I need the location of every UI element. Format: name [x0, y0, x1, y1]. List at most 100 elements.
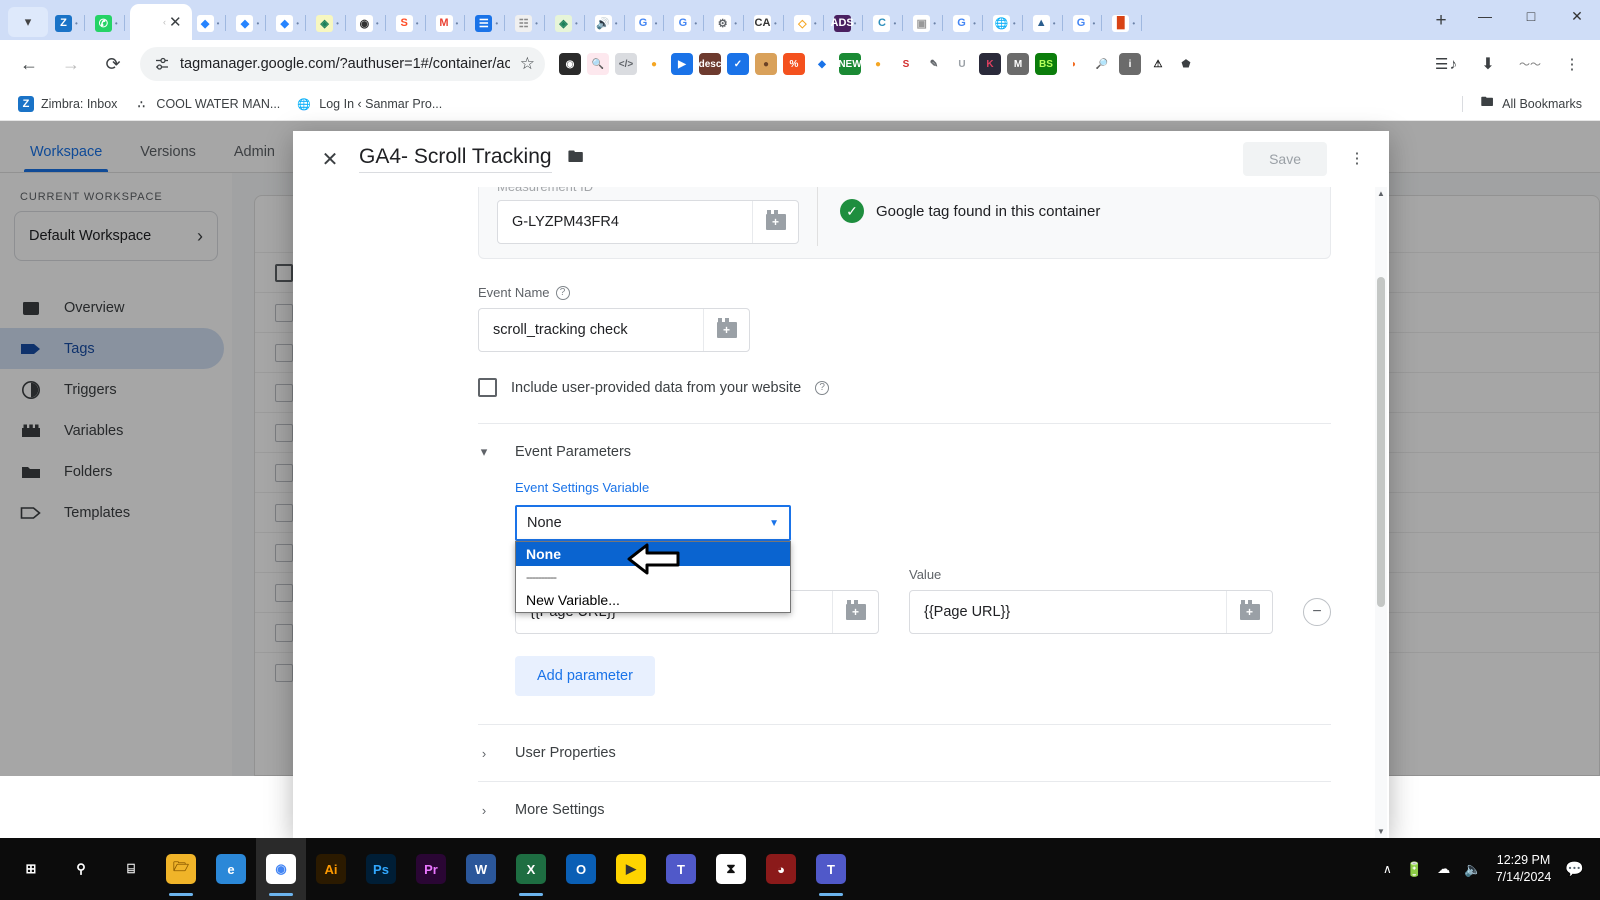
jira-tab-2[interactable]: ◆ •: [231, 6, 271, 40]
minimize-button[interactable]: —: [1462, 0, 1508, 32]
bookmark-cool-water[interactable]: ∴ COOL WATER MAN...: [125, 92, 288, 116]
scrollbar-down-arrow[interactable]: ▼: [1377, 827, 1385, 836]
bookmark-sanmar[interactable]: 🌐 Log In ‹ Sanmar Pro...: [288, 92, 450, 116]
volume-icon[interactable]: 🔈: [1464, 861, 1481, 878]
acrobat-button[interactable]: ◕: [756, 838, 806, 900]
section-more-settings[interactable]: › More Settings: [478, 782, 1331, 838]
google-tab-1[interactable]: G •: [630, 6, 670, 40]
hourglass-button[interactable]: ⧗: [706, 838, 756, 900]
download-icon[interactable]: ⬇: [1471, 47, 1505, 81]
puzzle-ext[interactable]: ⬟: [1175, 53, 1197, 75]
premiere-button[interactable]: Pr: [406, 838, 456, 900]
tune-icon[interactable]: [154, 56, 170, 72]
bookmark-star-icon[interactable]: ☆: [520, 54, 535, 74]
magnify-ext[interactable]: 🔎: [1091, 53, 1113, 75]
kebab-menu-icon[interactable]: ⋮: [1555, 47, 1589, 81]
forward-button[interactable]: →: [54, 47, 88, 81]
edge-button[interactable]: e: [206, 838, 256, 900]
brick-plus-icon[interactable]: +: [1226, 591, 1272, 633]
file-explorer-button[interactable]: 🗁: [156, 838, 206, 900]
dropdown-option-new-variable[interactable]: New Variable...: [516, 588, 790, 612]
zoho-tab[interactable]: Z •: [50, 6, 90, 40]
chevron-right-icon[interactable]: ›: [478, 746, 490, 761]
battery-icon[interactable]: 🔋: [1406, 861, 1423, 878]
param-value-value[interactable]: {{Page URL}}: [910, 591, 1226, 633]
new-tab-button[interactable]: +: [1426, 6, 1456, 36]
cookie-ext[interactable]: ●: [755, 53, 777, 75]
google-tab-4[interactable]: G •: [1068, 6, 1108, 40]
clock[interactable]: 12:29 PM 7/14/2024: [1496, 852, 1552, 886]
kebab-menu-icon[interactable]: ⋮: [1343, 151, 1371, 166]
measurement-id-input[interactable]: G-LYZPM43FR4 +: [497, 199, 799, 244]
reload-button[interactable]: ⟳: [96, 47, 130, 81]
jira-tab-1[interactable]: ◆ •: [192, 6, 232, 40]
wifi-icon[interactable]: ☁: [1437, 861, 1450, 877]
back-button[interactable]: ←: [12, 47, 46, 81]
profile-icon[interactable]: 〜〜: [1513, 47, 1547, 81]
cart-tab[interactable]: ☷ •: [510, 6, 550, 40]
colorful-tab[interactable]: █ •: [1107, 6, 1147, 40]
word-button[interactable]: W: [456, 838, 506, 900]
info-ext[interactable]: i: [1119, 53, 1141, 75]
percent-ext[interactable]: %: [783, 53, 805, 75]
tab-search-dropdown-button[interactable]: ▾: [8, 7, 48, 37]
add-parameter-button[interactable]: Add parameter: [515, 656, 655, 696]
modal-scrollbar[interactable]: ▲ ▼: [1375, 187, 1387, 838]
codepen-tab[interactable]: ◈ •: [550, 6, 590, 40]
globe-tab[interactable]: 🌐 •: [988, 6, 1028, 40]
search-ext[interactable]: 🔍: [587, 53, 609, 75]
chevron-down-icon[interactable]: ▼: [769, 518, 779, 529]
user-provided-data-row[interactable]: Include user-provided data from your web…: [478, 378, 1331, 397]
teams-button[interactable]: T: [656, 838, 706, 900]
teams-check-button[interactable]: T: [806, 838, 856, 900]
page-title[interactable]: GA4- Scroll Tracking: [359, 145, 552, 173]
canva-tab[interactable]: CA •: [749, 6, 789, 40]
maximize-button[interactable]: □: [1508, 0, 1554, 32]
speaker-tab[interactable]: 🔊 •: [590, 6, 630, 40]
seo-ext[interactable]: S: [895, 53, 917, 75]
address-bar[interactable]: tagmanager.google.com/?authuser=1#/conta…: [140, 47, 545, 81]
photoshop-button[interactable]: Ps: [356, 838, 406, 900]
brick-plus-icon[interactable]: +: [752, 200, 798, 243]
event-name-input[interactable]: scroll_tracking check +: [478, 308, 750, 352]
measurement-id-value[interactable]: G-LYZPM43FR4: [498, 201, 752, 243]
check-ext[interactable]: ✓: [727, 53, 749, 75]
chevron-right-icon[interactable]: ›: [478, 803, 490, 818]
search-button[interactable]: ⚲: [56, 838, 106, 900]
illustrator-button[interactable]: Ai: [306, 838, 356, 900]
player-button[interactable]: ▶: [606, 838, 656, 900]
start-button[interactable]: ⊞: [6, 838, 56, 900]
analytics-tab[interactable]: ▲ •: [1028, 6, 1068, 40]
photo-tab[interactable]: ▣ •: [908, 6, 948, 40]
warning-ext[interactable]: ⚠: [1147, 53, 1169, 75]
desc-ext[interactable]: desc: [699, 53, 721, 75]
close-window-button[interactable]: ✕: [1554, 0, 1600, 32]
save-button[interactable]: Save: [1243, 142, 1327, 176]
instagram-ext[interactable]: ◉: [559, 53, 581, 75]
url-text[interactable]: tagmanager.google.com/?authuser=1#/conta…: [180, 56, 510, 72]
user-provided-data-checkbox[interactable]: [478, 378, 497, 397]
cloudways-tab[interactable]: C •: [868, 6, 908, 40]
outlook-button[interactable]: O: [556, 838, 606, 900]
google-tab-3[interactable]: G •: [948, 6, 988, 40]
active-tagmanager-tab[interactable]: ‹ ✕: [129, 4, 192, 40]
semrush-ext[interactable]: ◗: [1063, 53, 1085, 75]
folder-icon[interactable]: 🖿: [568, 146, 584, 173]
orange-dot-ext[interactable]: ●: [643, 53, 665, 75]
scrollbar-up-arrow[interactable]: ▲: [1377, 189, 1385, 198]
chrome-button[interactable]: ◉: [256, 838, 306, 900]
notification-icon[interactable]: 💬: [1565, 860, 1584, 878]
chevron-down-icon[interactable]: ▾: [478, 444, 490, 460]
sendinblue-tab[interactable]: S •: [391, 6, 431, 40]
param-value-input[interactable]: {{Page URL}} +: [909, 590, 1273, 634]
all-bookmarks-button[interactable]: 🖿 All Bookmarks: [1471, 92, 1590, 116]
bulksend-ext[interactable]: BS: [1035, 53, 1057, 75]
code-tab[interactable]: ◈ •: [311, 6, 351, 40]
docs-tab[interactable]: ☰ •: [470, 6, 510, 40]
minus-circle-icon[interactable]: −: [1303, 598, 1331, 626]
whatsapp-tab[interactable]: ✆ •: [90, 6, 130, 40]
event-parameters-header[interactable]: ▾ Event Parameters: [478, 424, 1331, 480]
note-ext[interactable]: ✎: [923, 53, 945, 75]
bookmark-zimbra[interactable]: Z Zimbra: Inbox: [10, 92, 125, 116]
help-icon[interactable]: ?: [815, 380, 830, 395]
